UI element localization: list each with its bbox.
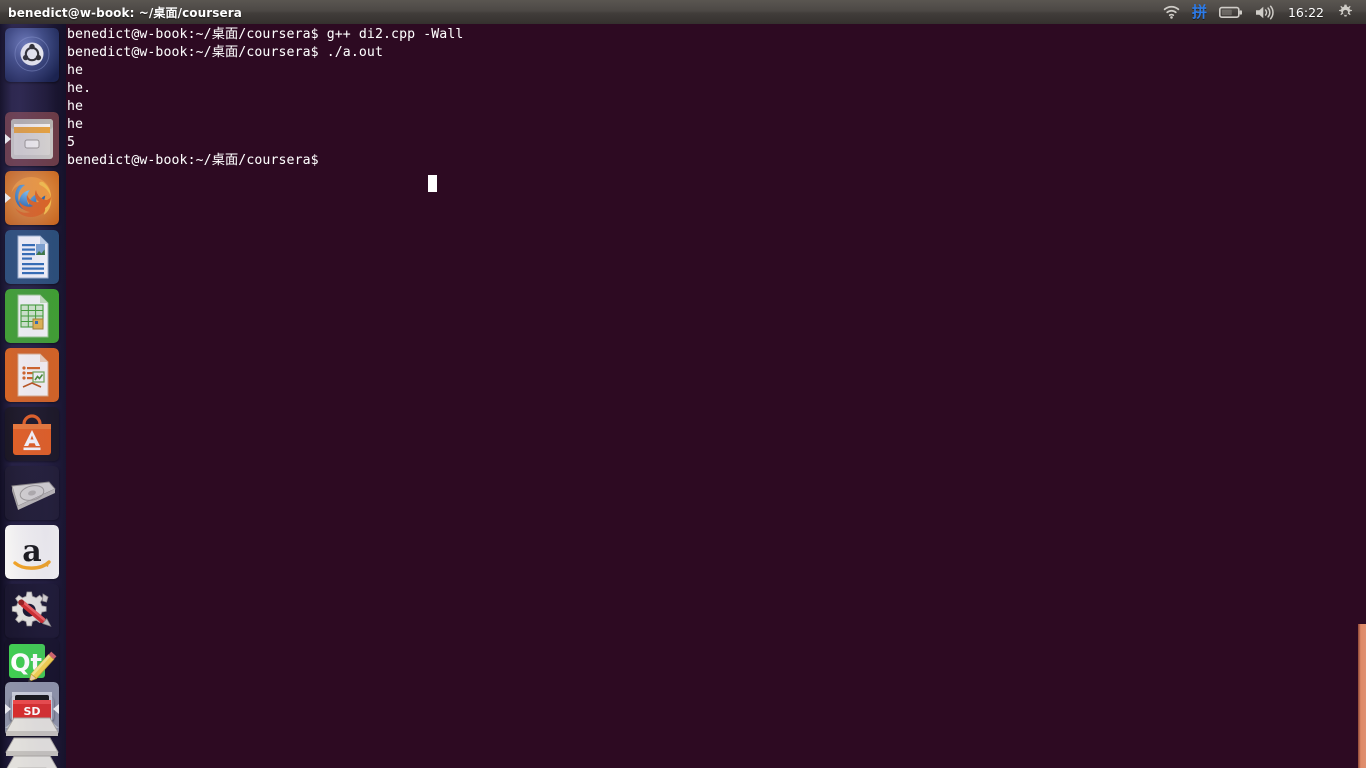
battery-icon[interactable] bbox=[1213, 0, 1249, 24]
svg-text:a: a bbox=[22, 534, 41, 569]
launcher-item-disk-drive[interactable] bbox=[5, 466, 59, 520]
focused-indicator-right bbox=[53, 704, 59, 714]
terminal-cursor bbox=[428, 175, 437, 192]
terminal-scrollbar-thumb[interactable] bbox=[1358, 624, 1366, 768]
system-settings-icon bbox=[5, 584, 59, 638]
unity-launcher: a Qt SD bbox=[0, 24, 66, 768]
launcher-item-amazon[interactable]: a bbox=[5, 525, 59, 579]
launcher-item-software-center[interactable] bbox=[5, 407, 59, 461]
launcher-item-libreoffice-calc[interactable] bbox=[5, 289, 59, 343]
file-manager-icon bbox=[5, 112, 59, 166]
launcher-item-libreoffice-impress[interactable] bbox=[5, 348, 59, 402]
terminal-scrollbar-track[interactable] bbox=[1358, 24, 1366, 768]
volume-icon[interactable] bbox=[1249, 0, 1281, 24]
software-center-icon bbox=[5, 407, 59, 461]
top-panel: benedict@w-book: ~/桌面/coursera 拼 16:22 bbox=[0, 0, 1366, 24]
terminal-window[interactable]: benedict@w-book:~/桌面/coursera$ g++ di2.c… bbox=[66, 24, 1366, 768]
hard-drive-icon bbox=[5, 466, 59, 520]
window-title: benedict@w-book: ~/桌面/coursera bbox=[8, 5, 242, 20]
presentation-icon bbox=[5, 348, 59, 402]
document-icon bbox=[5, 230, 59, 284]
ime-label: 拼 bbox=[1191, 2, 1207, 21]
terminal-output: benedict@w-book:~/桌面/coursera$ g++ di2.c… bbox=[67, 27, 464, 168]
launcher-item-libreoffice-writer[interactable] bbox=[5, 230, 59, 284]
running-indicator-left bbox=[5, 704, 11, 714]
system-tray: 拼 16:22 bbox=[1157, 0, 1366, 24]
running-indicator-left bbox=[5, 134, 11, 144]
device-icon bbox=[4, 716, 60, 738]
launcher-item-firefox[interactable] bbox=[5, 171, 59, 225]
launcher-item-files[interactable] bbox=[5, 112, 59, 166]
firefox-icon bbox=[5, 171, 59, 225]
running-indicator-left bbox=[5, 193, 11, 203]
ime-indicator[interactable]: 拼 bbox=[1186, 0, 1213, 24]
wifi-icon[interactable] bbox=[1157, 0, 1186, 24]
amazon-icon: a bbox=[5, 525, 59, 579]
clock[interactable]: 16:22 bbox=[1281, 5, 1331, 20]
gear-icon[interactable] bbox=[1331, 0, 1360, 24]
spreadsheet-icon bbox=[5, 289, 59, 343]
ubuntu-logo-icon bbox=[5, 28, 59, 82]
launcher-item-system-settings[interactable] bbox=[5, 584, 59, 638]
launcher-item-device-1[interactable] bbox=[4, 716, 60, 738]
desktop-screen: benedict@w-book: ~/桌面/coursera 拼 16:22 a… bbox=[0, 0, 1366, 768]
launcher-item-dash-home[interactable] bbox=[5, 28, 59, 82]
